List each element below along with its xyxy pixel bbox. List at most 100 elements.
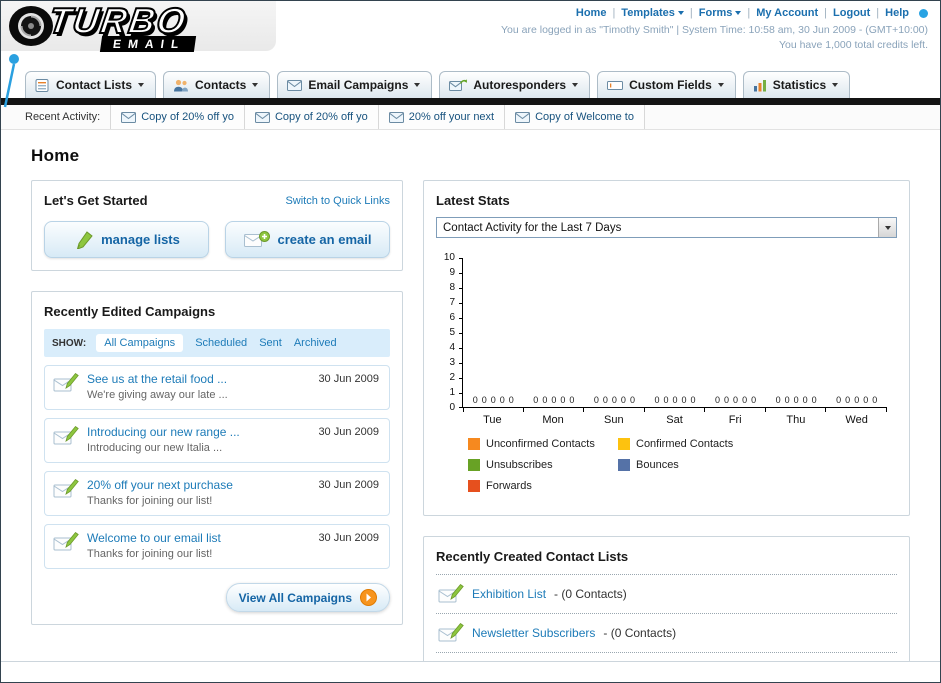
activity-item-label: Copy of 20% off yo	[141, 111, 234, 123]
separator: |	[876, 7, 880, 19]
legend-label: Unsubscribes	[486, 459, 553, 471]
custom-fields-icon	[607, 79, 624, 91]
separator: |	[689, 7, 693, 19]
filter-all-campaigns[interactable]: All Campaigns	[96, 334, 184, 352]
bar-value-label: 0	[751, 395, 757, 405]
campaign-title-link[interactable]: Introducing our new range ...	[87, 425, 310, 439]
bar-value-label: 0	[593, 395, 599, 405]
bar-value-label: 0	[551, 395, 557, 405]
header-link-forms[interactable]: Forms	[699, 7, 742, 19]
x-tick-label: Sat	[666, 414, 683, 426]
orange-arrow-icon	[360, 589, 377, 606]
contact-lists-panel: Recently Created Contact Lists Exhibitio…	[423, 536, 910, 661]
campaign-subtitle: Thanks for joining our list!	[87, 548, 213, 560]
tab-email-campaigns[interactable]: Email Campaigns	[277, 71, 433, 98]
bar-value-label: 0	[742, 395, 748, 405]
campaign-row: See us at the retail food ... We're givin…	[44, 365, 390, 410]
recent-activity-item[interactable]: Copy of 20% off yo	[243, 105, 379, 129]
statistics-icon	[753, 79, 767, 92]
contact-count: - (0 Contacts)	[603, 626, 677, 640]
y-tick-label: 10	[443, 252, 455, 263]
bar-value-label: 0	[733, 395, 739, 405]
recent-activity-item[interactable]: 20% off your next	[377, 105, 506, 129]
campaign-title-link[interactable]: Welcome to our email list	[87, 531, 310, 545]
page-title: Home	[31, 146, 80, 165]
chevron-down-icon	[252, 83, 259, 87]
chevron-down-icon	[878, 218, 896, 237]
create-email-button[interactable]: create an email	[225, 221, 390, 258]
login-info: You are logged in as "Timothy Smith" | S…	[501, 24, 928, 36]
bar-value-label: 0	[715, 395, 721, 405]
main-nav: Contact Lists Contacts Email Campaigns Auto…	[1, 71, 940, 98]
legend-label: Forwards	[486, 480, 532, 492]
activity-items: Copy of 20% off yo Copy of 20% off yo 20% …	[110, 105, 645, 129]
legend-swatch	[468, 438, 480, 450]
bar-value-label: 0	[690, 395, 696, 405]
campaign-title-link[interactable]: See us at the retail food ...	[87, 372, 310, 386]
recent-activity-item[interactable]: Copy of 20% off yo	[110, 105, 245, 129]
chart-legend: Unconfirmed Contacts Confirmed Contacts Un…	[468, 438, 897, 501]
campaign-row: 20% off your next purchase Thanks for joi…	[44, 471, 390, 516]
tab-label: Custom Fields	[629, 78, 712, 92]
legend-swatch	[618, 438, 630, 450]
y-tick-label: 7	[449, 297, 455, 308]
bar-value-label: 0	[629, 395, 635, 405]
x-tick-label: Fri	[728, 414, 742, 426]
campaigns-button-row: View All Campaigns	[44, 583, 390, 612]
autoresponder-icon	[449, 78, 468, 92]
bar-value-label: 0	[802, 395, 808, 405]
envelope-pencil-icon	[53, 478, 79, 500]
campaign-title-link[interactable]: 20% off your next purchase	[87, 478, 310, 492]
y-tick-label: 6	[449, 312, 455, 323]
recent-activity-item[interactable]: Copy of Welcome to	[504, 105, 645, 129]
stats-period-select[interactable]: Contact Activity for the Last 7 Days	[436, 217, 897, 238]
tab-contacts[interactable]: Contacts	[163, 71, 271, 98]
envelope-pencil-icon	[53, 372, 79, 394]
activity-item-label: Copy of 20% off yo	[274, 111, 368, 123]
view-all-campaigns-button[interactable]: View All Campaigns	[225, 583, 390, 612]
y-tick	[459, 273, 463, 274]
header-link-templates[interactable]: Templates	[621, 7, 684, 19]
bar-value-label: 0	[481, 395, 487, 405]
legend-swatch	[468, 459, 480, 471]
chart-plot: 00000000000000000000000000000000000	[459, 258, 887, 412]
tab-statistics[interactable]: Statistics	[742, 71, 851, 98]
envelope-pencil-icon	[438, 622, 464, 644]
y-tick-label: 9	[449, 267, 455, 278]
legend-item: Unconfirmed Contacts	[468, 438, 618, 450]
bar-group: 00000	[705, 396, 766, 405]
filter-archived[interactable]: Archived	[294, 337, 337, 349]
turbo-email-logo[interactable]: TURBO EMAIL	[7, 1, 197, 52]
switch-quick-links-link[interactable]: Switch to Quick Links	[285, 195, 390, 207]
bar-value-label: 0	[508, 395, 514, 405]
activity-item-label: 20% off your next	[408, 111, 495, 123]
campaign-text: See us at the retail food ... We're givin…	[87, 372, 310, 401]
manage-lists-button[interactable]: manage lists	[44, 221, 209, 258]
logo-text: TURBO EMAIL	[45, 1, 197, 52]
header-link-home[interactable]: Home	[576, 7, 607, 19]
header-link-logout[interactable]: Logout	[833, 7, 870, 19]
get-started-title: Let's Get Started	[44, 193, 148, 208]
chevron-down-icon	[717, 83, 724, 87]
campaign-filterbar: SHOW: All Campaigns Scheduled Sent Archived	[44, 329, 390, 357]
x-tick-label: Sun	[603, 414, 624, 426]
bar-value-label: 0	[811, 395, 817, 405]
bar-value-label: 0	[681, 395, 687, 405]
filter-sent[interactable]: Sent	[259, 337, 282, 349]
contact-lists-title: Recently Created Contact Lists	[436, 549, 629, 564]
tab-label: Autoresponders	[473, 78, 567, 92]
button-label: create an email	[277, 232, 372, 247]
filter-scheduled[interactable]: Scheduled	[195, 337, 247, 349]
bar-value-label: 0	[611, 395, 617, 405]
tab-autoresponders[interactable]: Autoresponders	[439, 71, 591, 98]
tab-contact-lists[interactable]: Contact Lists	[25, 71, 157, 98]
header-link-my-account[interactable]: My Account	[756, 7, 818, 19]
show-label: SHOW:	[52, 337, 87, 349]
left-column: Let's Get Started Switch to Quick Links …	[31, 180, 403, 661]
tab-custom-fields[interactable]: Custom Fields	[597, 71, 736, 98]
header-link-help[interactable]: Help	[885, 7, 909, 19]
contact-list-link[interactable]: Exhibition List	[472, 587, 546, 601]
credits-info: You have 1,000 total credits left.	[778, 39, 928, 51]
x-tick-label: Wed	[845, 414, 868, 426]
contact-list-link[interactable]: Newsletter Subscribers	[472, 626, 595, 640]
